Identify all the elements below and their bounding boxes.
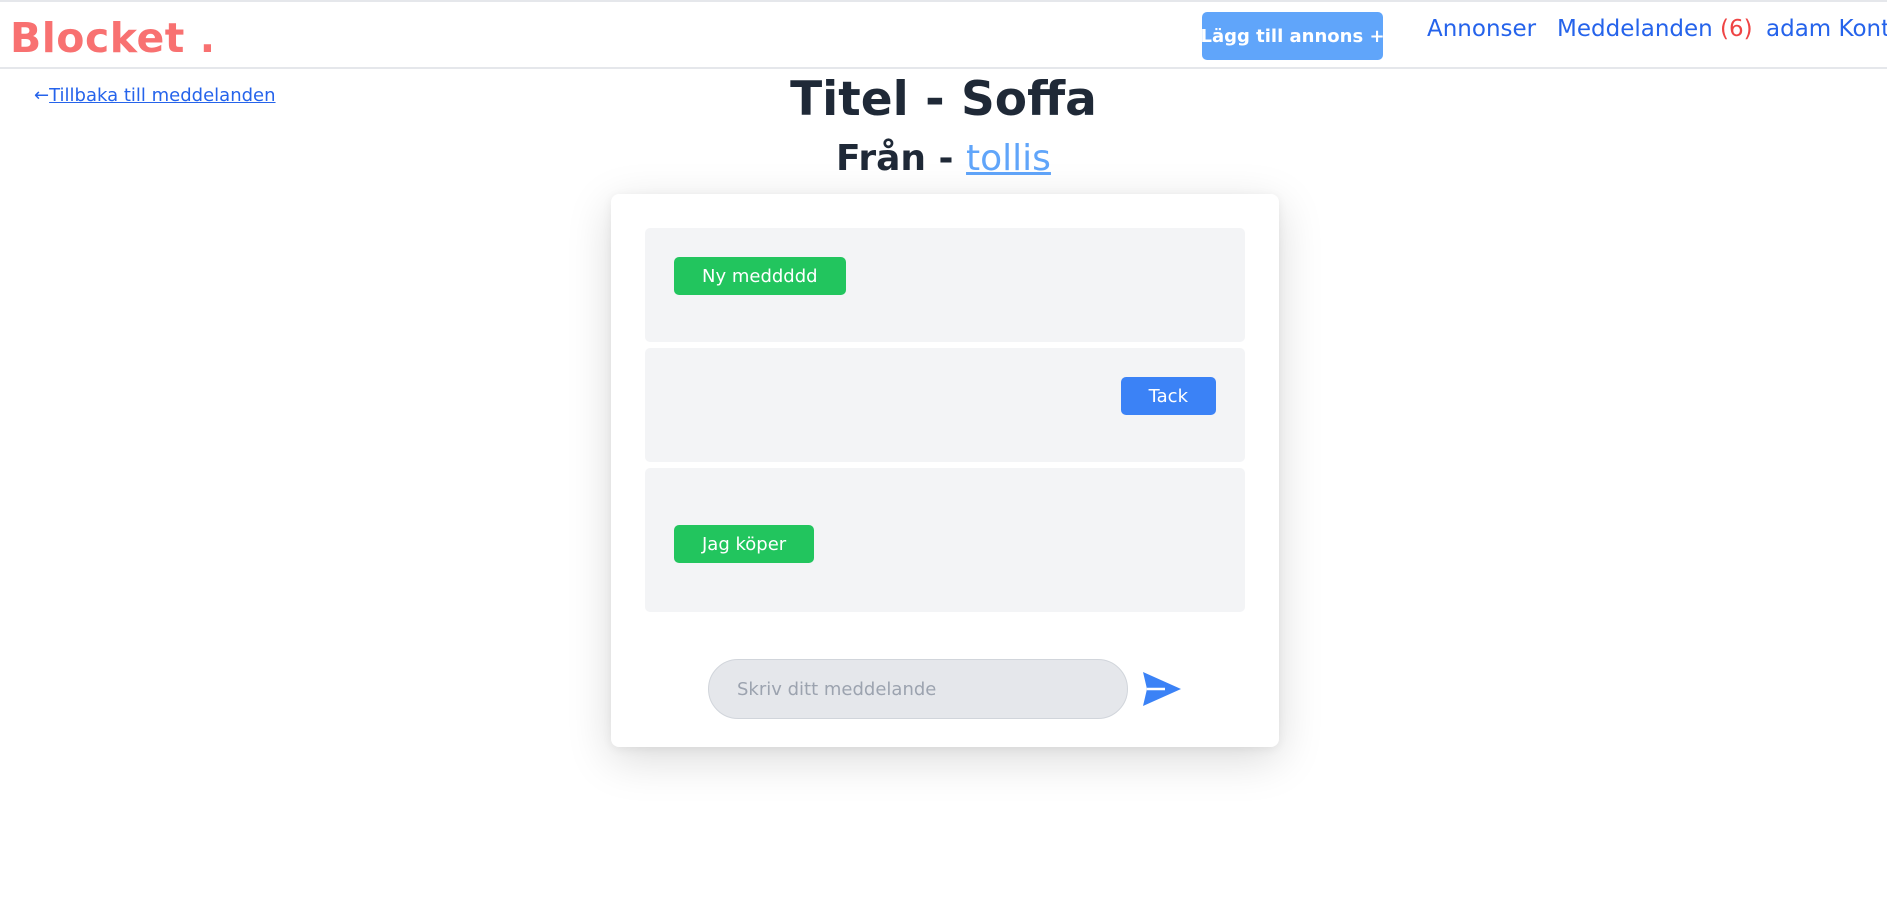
add-listing-button[interactable]: Lägg till annons +	[1200, 12, 1385, 60]
navbar: Blocket . Lägg till annons + Annonser Me…	[0, 2, 1887, 69]
from-prefix: Från -	[836, 138, 967, 179]
message-input[interactable]	[708, 659, 1128, 719]
message-row: Tack	[645, 348, 1245, 462]
message-row: Ny meddddd	[645, 228, 1245, 342]
sender-profile-link[interactable]: tollis	[966, 138, 1051, 179]
chat-card: Ny meddddd Tack Jag köper	[611, 194, 1279, 747]
nav-link-account[interactable]: adam Konto	[1766, 16, 1887, 42]
nav-link-ads[interactable]: Annonser	[1427, 16, 1536, 42]
message-bubble-incoming: Ny meddddd	[674, 257, 846, 295]
message-row: Jag köper	[645, 468, 1245, 612]
conversation-from: Från - tollis	[0, 138, 1887, 179]
messages-count-badge: (6)	[1720, 16, 1753, 42]
nav-messages-label: Meddelanden	[1557, 16, 1713, 42]
logo[interactable]: Blocket .	[10, 14, 216, 62]
send-button[interactable]	[1141, 670, 1183, 708]
paper-plane-icon	[1143, 672, 1181, 706]
message-bubble-incoming: Jag köper	[674, 525, 815, 563]
nav-link-messages[interactable]: Meddelanden (6)	[1557, 16, 1753, 42]
conversation-title: Titel - Soffa	[790, 72, 1097, 127]
message-bubble-outgoing: Tack	[1120, 377, 1216, 415]
